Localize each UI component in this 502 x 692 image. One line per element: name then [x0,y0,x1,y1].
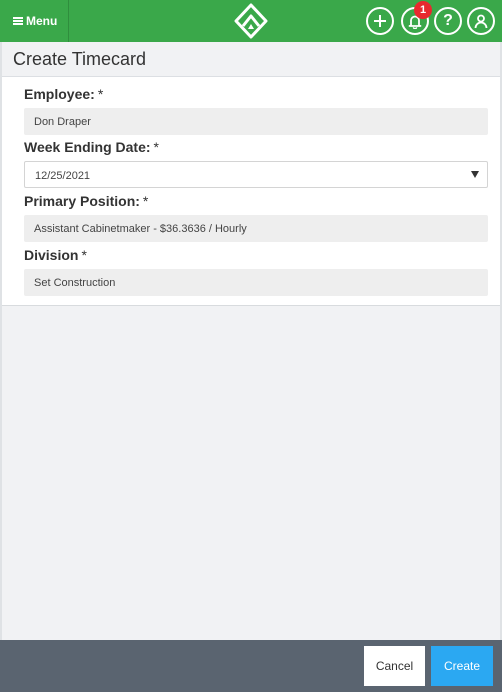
help-icon: ? [443,12,453,29]
required-mark: * [142,193,149,209]
footer-bar: Cancel Create [0,640,502,692]
add-button[interactable] [366,7,394,35]
week-ending-label: Week Ending Date: [24,139,151,155]
cancel-button[interactable]: Cancel [364,646,425,686]
position-label: Primary Position: [24,193,140,209]
menu-button[interactable]: Menu [0,0,69,42]
week-ending-value: 12/25/2021 [35,170,91,182]
week-ending-select[interactable]: 12/25/2021 [24,161,488,188]
hamburger-icon [13,17,23,25]
content-area [2,306,500,640]
page-header: Create Timecard [0,42,502,77]
menu-label: Menu [26,14,58,28]
employee-label: Employee: [24,86,95,102]
employee-field: Don Draper [24,108,488,135]
employee-label-row: Employee: * [24,86,103,102]
required-mark: * [153,139,159,155]
plus-icon [374,15,386,27]
division-value: Set Construction [34,277,116,289]
create-button[interactable]: Create [431,646,493,686]
division-label-row: Division * [24,247,87,263]
position-label-row: Primary Position: * [24,193,148,209]
timecard-form: Employee: * Don Draper Week Ending Date: *… [2,77,500,306]
caret-down-icon [471,171,479,178]
position-value: Assistant Cabinetmaker - $36.3636 / Hour… [34,223,247,235]
user-button[interactable] [467,7,495,35]
division-field: Set Construction [24,269,488,296]
notification-badge: 1 [414,1,432,19]
required-mark: * [97,86,104,102]
position-field: Assistant Cabinetmaker - $36.3636 / Hour… [24,215,488,242]
logo-icon [234,3,268,39]
top-bar: Menu 1 ? [0,0,502,42]
division-label: Division [24,247,79,263]
user-icon [474,14,488,28]
help-button[interactable]: ? [434,7,462,35]
week-ending-label-row: Week Ending Date: * [24,139,159,155]
required-mark: * [81,247,87,263]
page-title: Create Timecard [13,49,147,69]
employee-value: Don Draper [34,116,91,128]
